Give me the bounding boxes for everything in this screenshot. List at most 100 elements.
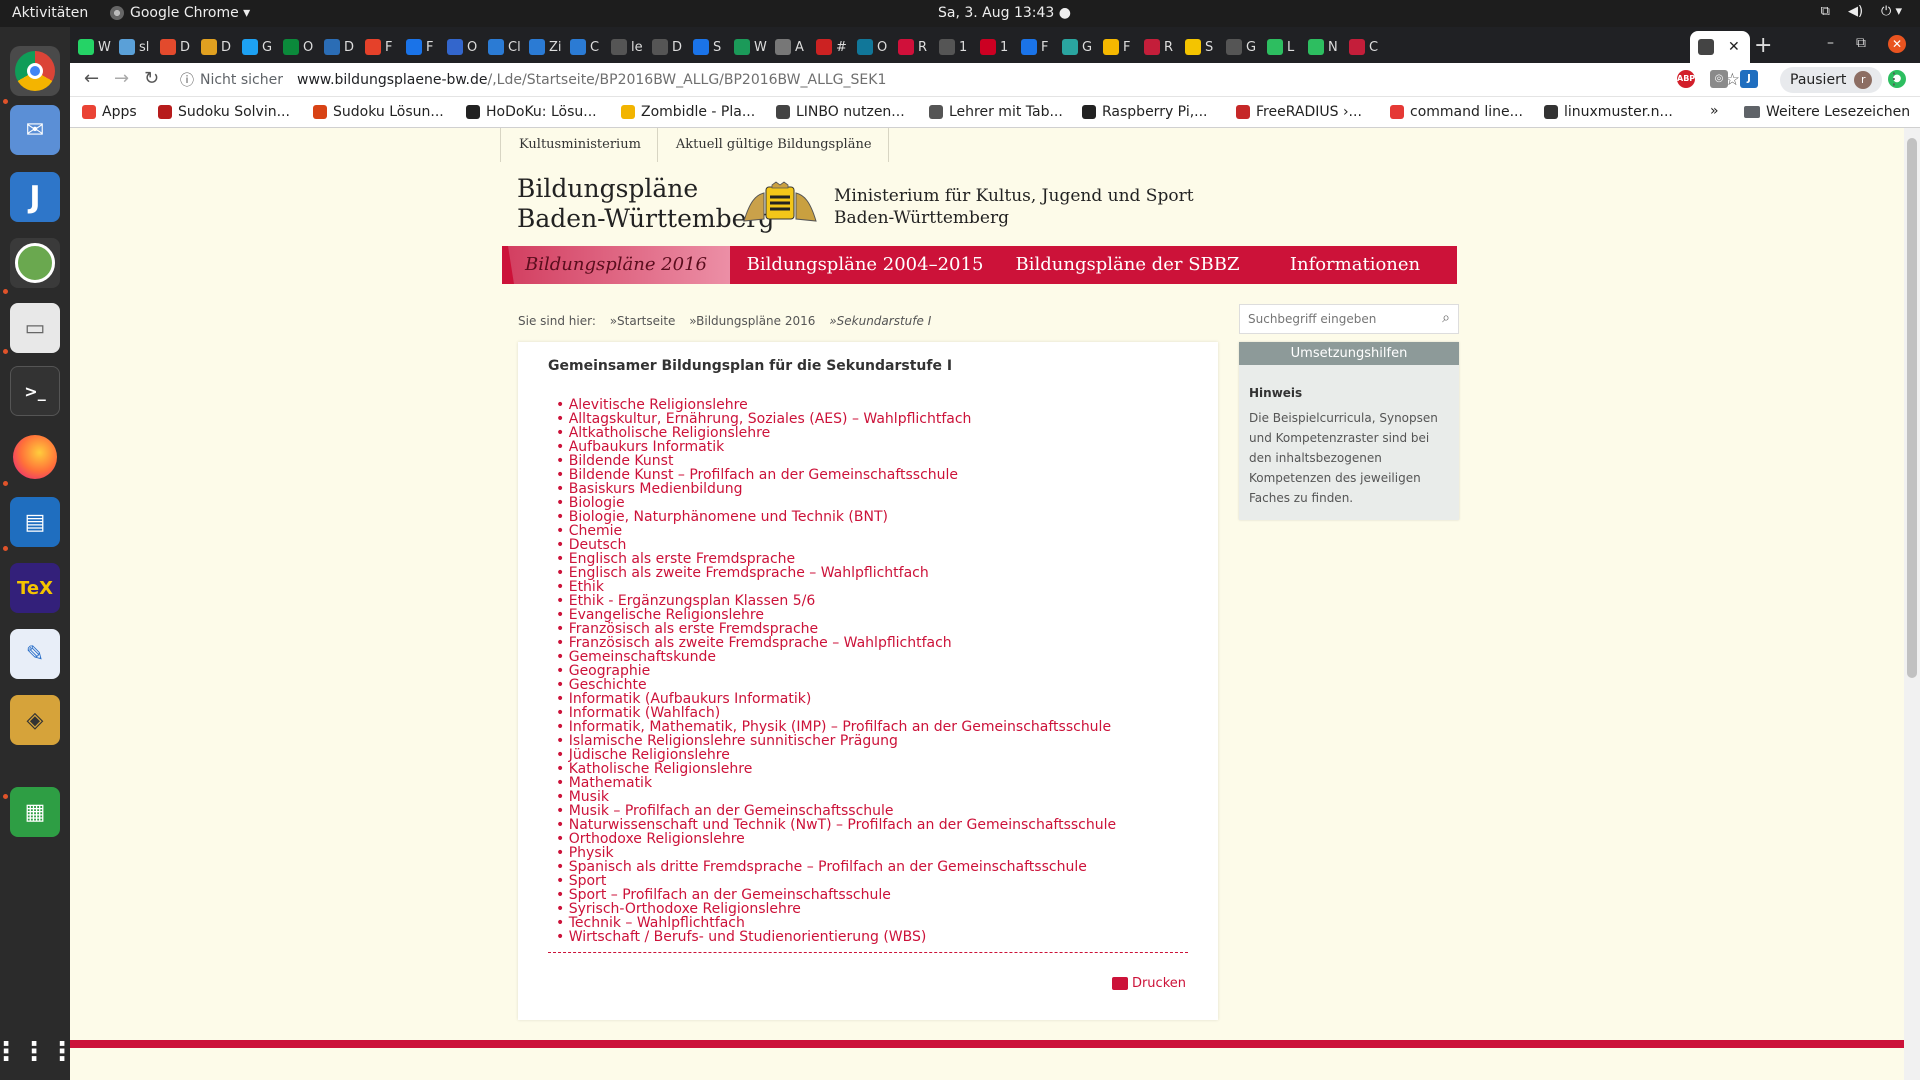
profile-button[interactable]: Pausiert r — [1780, 67, 1883, 93]
more-bookmarks-icon[interactable]: » — [1710, 103, 1719, 119]
subject-link[interactable]: Informatik (Wahlfach) — [568, 706, 1116, 720]
browser-tab[interactable]: Cl — [480, 31, 521, 63]
terminal-icon[interactable]: >_ — [10, 366, 60, 416]
system-tray[interactable]: ⧉ ◀) ⏻ ▾ — [1821, 4, 1902, 19]
restore-icon[interactable]: ⧉ — [1856, 35, 1866, 53]
jabref-extension-icon[interactable]: J — [1740, 70, 1758, 88]
app-menu[interactable]: Google Chrome ▾ — [110, 5, 250, 21]
show-apps-icon[interactable]: ⋮⋮⋮ — [0, 1027, 75, 1077]
mail-icon[interactable]: ✉ — [10, 105, 60, 155]
files-icon[interactable]: ▭ — [10, 303, 60, 353]
browser-tab[interactable]: C — [562, 31, 599, 63]
subject-link[interactable]: Jüdische Religionslehre — [568, 748, 1116, 762]
subject-link[interactable]: Bildende Kunst – Profilfach an der Gemei… — [568, 468, 1116, 482]
bookmark-item[interactable]: command line... — [1390, 104, 1523, 120]
new-tab-icon[interactable]: + — [1754, 33, 1772, 58]
firefox-icon[interactable] — [10, 432, 60, 482]
subject-link[interactable]: Katholische Religionslehre — [568, 762, 1116, 776]
jabref-icon[interactable]: J — [10, 172, 60, 222]
browser-tab[interactable]: sl — [111, 31, 149, 63]
subject-link[interactable]: Wirtschaft / Berufs- und Studienorientie… — [568, 930, 1116, 944]
browser-tab[interactable]: C — [1341, 31, 1378, 63]
browser-tab[interactable]: O — [439, 31, 477, 63]
subject-link[interactable]: Musik — [568, 790, 1116, 804]
ministry-name[interactable]: Ministerium für Kultus, Jugend und Sport… — [834, 185, 1194, 229]
subject-link[interactable]: Sport — [568, 874, 1116, 888]
subject-link[interactable]: Musik – Profilfach an der Gemeinschaftss… — [568, 804, 1116, 818]
activities-button[interactable]: Aktivitäten — [12, 5, 88, 21]
extension-icon[interactable]: ◎ — [1710, 70, 1728, 88]
subject-link[interactable]: Biologie — [568, 496, 1116, 510]
close-tab-icon[interactable]: ✕ — [1728, 39, 1740, 55]
subject-link[interactable]: Sport – Profilfach an der Gemeinschaftss… — [568, 888, 1116, 902]
subject-link[interactable]: Altkatholische Religionslehre — [568, 426, 1116, 440]
subject-link[interactable]: Alevitische Religionslehre — [568, 398, 1116, 412]
scrollbar-thumb[interactable] — [1907, 138, 1917, 678]
forward-icon[interactable]: → — [114, 68, 129, 89]
clock[interactable]: Sa, 3. Aug 13:43 ● — [938, 5, 1071, 21]
subject-link[interactable]: Englisch als erste Fremdsprache — [568, 552, 1116, 566]
browser-tab[interactable]: O — [275, 31, 313, 63]
browser-tab[interactable]: F — [398, 31, 433, 63]
other-bookmarks[interactable]: Weitere Lesezeichen — [1744, 104, 1910, 120]
subject-link[interactable]: Geographie — [568, 664, 1116, 678]
nav-informationen[interactable]: Informationen — [1255, 246, 1455, 284]
topnav-current-plans[interactable]: Aktuell gültige Bildungspläne — [658, 128, 889, 162]
subject-link[interactable]: Physik — [568, 846, 1116, 860]
subject-link[interactable]: Gemeinschaftskunde — [568, 650, 1116, 664]
subject-link[interactable]: Basiskurs Medienbildung — [568, 482, 1116, 496]
bookmark-item[interactable]: linuxmuster.n... — [1544, 104, 1673, 120]
subject-link[interactable]: Ethik — [568, 580, 1116, 594]
subject-link[interactable]: Spanisch als dritte Fremdsprache – Profi… — [568, 860, 1116, 874]
chrome-menu-icon[interactable]: ⋮ — [1886, 69, 1902, 88]
back-icon[interactable]: ← — [84, 68, 99, 89]
browser-tab[interactable]: F — [357, 31, 392, 63]
info-icon[interactable]: ⓘ — [180, 70, 194, 90]
browser-tab[interactable]: L — [1259, 31, 1294, 63]
browser-tab[interactable]: G — [1218, 31, 1256, 63]
browser-tab[interactable]: F — [1013, 31, 1048, 63]
browser-tab[interactable]: D — [193, 31, 231, 63]
site-logo[interactable]: Bildungspläne Baden-Württemberg — [517, 174, 774, 234]
browser-tab[interactable]: W — [70, 31, 111, 63]
bookmark-item[interactable]: FreeRADIUS ›... — [1236, 104, 1362, 120]
text-editor-icon[interactable]: ✎ — [10, 629, 60, 679]
browser-tab[interactable]: Zi — [521, 31, 562, 63]
browser-tab[interactable]: R — [890, 31, 927, 63]
bookmark-item[interactable]: Sudoku Lösun... — [313, 104, 444, 120]
subject-link[interactable]: Chemie — [568, 524, 1116, 538]
browser-tab[interactable]: S — [685, 31, 721, 63]
subject-link[interactable]: Islamische Religionslehre sunnitischer P… — [568, 734, 1116, 748]
browser-tab[interactable]: R — [1136, 31, 1173, 63]
browser-tab[interactable]: N — [1300, 31, 1338, 63]
subject-link[interactable]: Orthodoxe Religionslehre — [568, 832, 1116, 846]
reload-icon[interactable]: ↻ — [144, 68, 159, 89]
subject-link[interactable]: Französisch als erste Fremdsprache — [568, 622, 1116, 636]
subject-link[interactable]: Technik – Wahlpflichtfach — [568, 916, 1116, 930]
bookmark-item[interactable]: LINBO nutzen... — [776, 104, 905, 120]
minimize-icon[interactable]: – — [1827, 35, 1834, 53]
browser-tab[interactable]: F — [1095, 31, 1130, 63]
subject-link[interactable]: Syrisch-Orthodoxe Religionslehre — [568, 902, 1116, 916]
adblock-icon[interactable]: ABP — [1677, 70, 1695, 88]
subject-link[interactable]: Französisch als zweite Fremdsprache – Wa… — [568, 636, 1116, 650]
browser-tab[interactable]: D — [152, 31, 190, 63]
breadcrumb-startseite[interactable]: »Startseite — [610, 314, 676, 328]
subject-link[interactable]: Bildende Kunst — [568, 454, 1116, 468]
browser-tab[interactable]: A — [767, 31, 804, 63]
subject-link[interactable]: Naturwissenschaft und Technik (NwT) – Pr… — [568, 818, 1116, 832]
subject-link[interactable]: Ethik - Ergänzungsplan Klassen 5/6 — [568, 594, 1116, 608]
print-button[interactable]: Drucken — [1111, 976, 1186, 991]
topnav-kultusministerium[interactable]: Kultusministerium — [500, 128, 658, 162]
subject-link[interactable]: Mathematik — [568, 776, 1116, 790]
page-scrollbar[interactable] — [1904, 128, 1920, 1080]
browser-tab[interactable]: O — [849, 31, 887, 63]
nav-bildungsplaene-2016[interactable]: Bildungspläne 2016 — [508, 246, 730, 284]
bookmark-item[interactable]: Apps — [82, 104, 137, 120]
breadcrumb-bildungsplaene-2016[interactable]: »Bildungspläne 2016 — [689, 314, 815, 328]
browser-tab[interactable]: # — [808, 31, 847, 63]
browser-tab[interactable]: G — [234, 31, 272, 63]
browser-tab[interactable]: 1 — [972, 31, 1008, 63]
subject-link[interactable]: Informatik (Aufbaukurs Informatik) — [568, 692, 1116, 706]
subject-link[interactable]: Aufbaukurs Informatik — [568, 440, 1116, 454]
